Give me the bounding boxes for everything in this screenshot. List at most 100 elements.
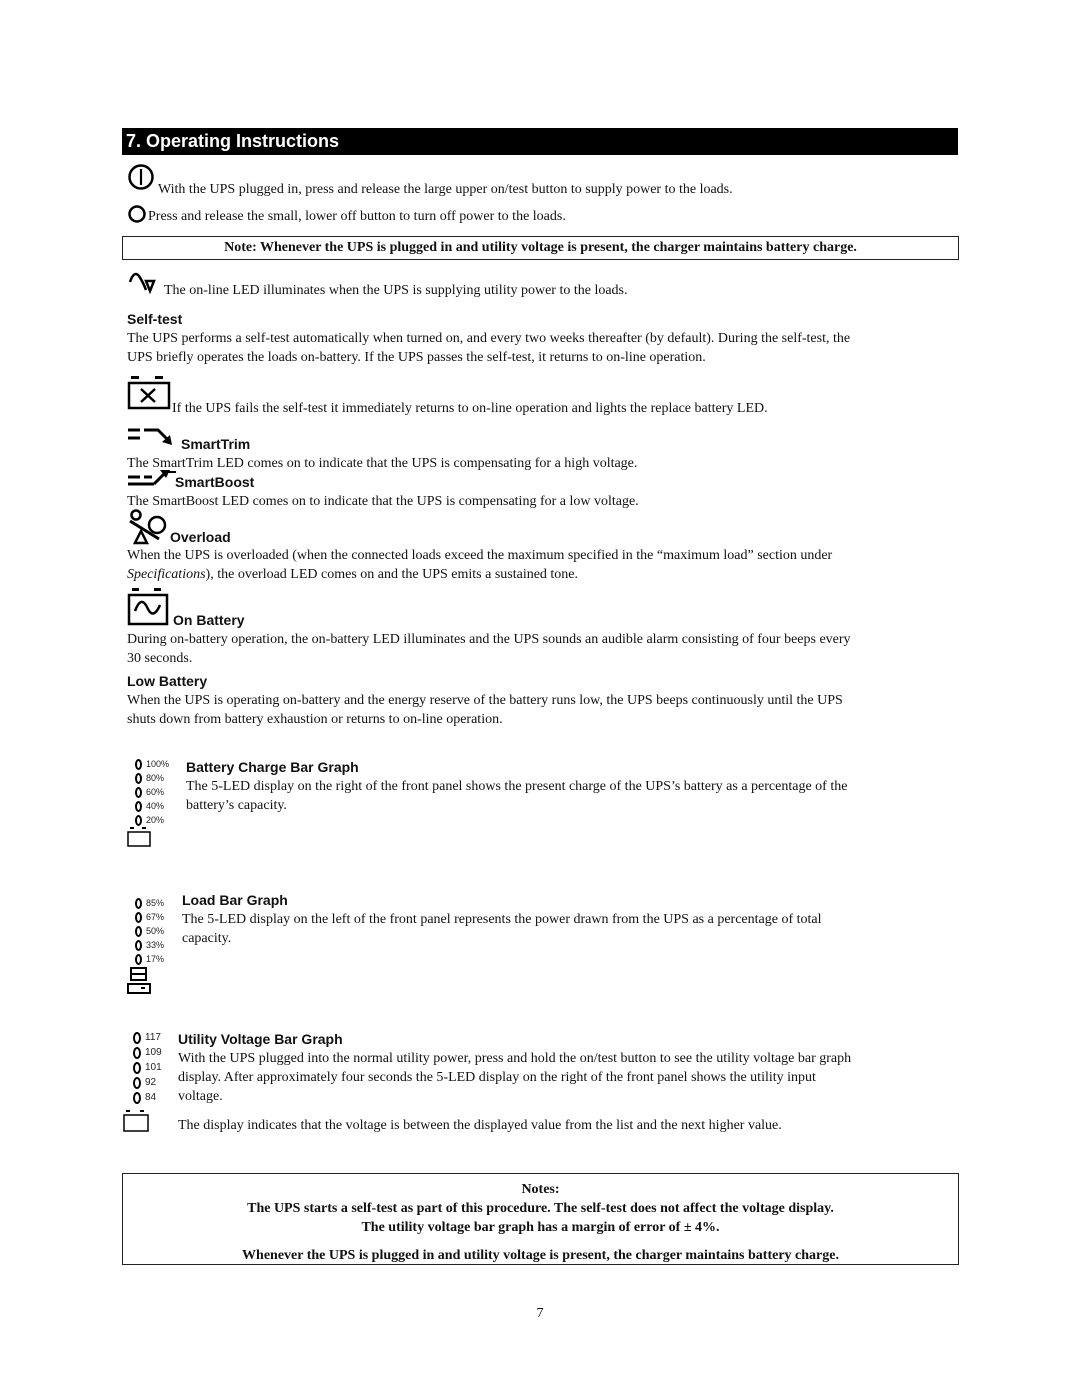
led-icon [133, 1046, 141, 1059]
led-row: 92 [133, 1075, 162, 1090]
low-battery-heading: Low Battery [127, 673, 208, 689]
battery-charge-led-list: 100% 80% 60% 40% 20% [135, 757, 169, 827]
utility-voltage-body-para2: The display indicates that the voltage i… [178, 1118, 782, 1133]
led-label: 100% [146, 759, 170, 769]
overload-body-2-rest: ), the overload LED comes on and the UPS… [205, 567, 579, 582]
self-test-heading: Self-test [127, 311, 183, 327]
led-label: 80% [146, 773, 165, 783]
utility-voltage-heading: Utility Voltage Bar Graph [178, 1031, 343, 1047]
led-row: 60% [135, 785, 169, 799]
notes-line-1: The UPS starts a self-test as part of th… [247, 1201, 834, 1216]
low-battery-body-1: When the UPS is operating on-battery and… [127, 693, 843, 708]
smartboost-body: The SmartBoost LED comes on to indicate … [127, 494, 639, 509]
led-row: 117 [133, 1030, 162, 1045]
led-icon [133, 1091, 141, 1104]
led-icon [135, 897, 142, 909]
self-test-body-2: UPS briefly operates the loads on-batter… [127, 350, 706, 365]
smarttrim-heading: SmartTrim [181, 436, 251, 452]
overload-heading: Overload [170, 529, 231, 545]
utility-voltage-led-list: 117 109 101 92 84 [133, 1030, 162, 1105]
led-icon [135, 814, 142, 826]
charger-note: Note: Whenever the UPS is plugged in and… [122, 236, 959, 260]
led-label: 101 [145, 1061, 162, 1073]
load-led-list: 85% 67% 50% 33% 17% [135, 896, 164, 966]
led-icon [135, 772, 142, 784]
notes-line-2: The utility voltage bar graph has a marg… [361, 1220, 720, 1235]
load-body-2: capacity. [182, 931, 232, 946]
online-text: The on-line LED illuminates when the UPS… [164, 283, 628, 298]
led-icon [135, 953, 142, 965]
led-row: 101 [133, 1060, 162, 1075]
smarttrim-body: The SmartTrim LED comes on to indicate t… [127, 456, 638, 471]
led-row: 17% [135, 952, 164, 966]
led-row: 85% [135, 896, 164, 910]
battery-icon [127, 827, 153, 849]
power-on-icon [127, 163, 155, 191]
specifications-ref: Specifications [127, 567, 206, 582]
led-row: 84 [133, 1090, 162, 1105]
overload-icon [127, 509, 171, 545]
on-battery-body-1: During on-battery operation, the on-batt… [127, 632, 851, 647]
led-row: 50% [135, 924, 164, 938]
notes-line-3: Whenever the UPS is plugged in and utili… [242, 1248, 839, 1263]
on-battery-body-2: 30 seconds. [127, 651, 193, 666]
smartboost-icon [126, 466, 178, 488]
led-icon [135, 800, 142, 812]
battery-charge-body-1: The 5-LED display on the right of the fr… [186, 779, 848, 794]
led-icon [135, 786, 142, 798]
smartboost-heading: SmartBoost [175, 474, 255, 490]
notes-title: Notes: [521, 1182, 560, 1197]
led-icon [133, 1031, 141, 1044]
overload-body-2: Specifications), the overload LED comes … [127, 565, 578, 584]
led-label: 117 [145, 1031, 161, 1043]
online-sine-icon [128, 268, 162, 294]
led-row: 40% [135, 799, 169, 813]
led-icon [135, 758, 142, 770]
utility-voltage-body-1: With the UPS plugged into the normal uti… [178, 1051, 852, 1066]
load-heading: Load Bar Graph [182, 892, 288, 908]
utility-voltage-body-3: voltage. [178, 1089, 223, 1104]
power-off-icon [127, 204, 147, 224]
on-battery-icon [127, 587, 171, 627]
page-number: 7 [536, 1306, 544, 1321]
notes-box: Notes: The UPS starts a self-test as par… [122, 1173, 959, 1265]
led-label: 50% [146, 926, 165, 936]
battery-charge-heading: Battery Charge Bar Graph [186, 759, 359, 775]
led-label: 67% [146, 912, 165, 922]
load-body-1: The 5-LED display on the left of the fro… [182, 912, 822, 927]
led-label: 40% [146, 801, 165, 811]
utility-voltage-body-2: display. After approximately four second… [178, 1070, 816, 1085]
on-battery-heading: On Battery [173, 612, 245, 628]
led-label: 84 [145, 1091, 157, 1103]
led-row: 80% [135, 771, 169, 785]
led-row: 33% [135, 938, 164, 952]
led-label: 33% [146, 940, 165, 950]
led-label: 60% [146, 787, 165, 797]
led-label: 17% [146, 954, 165, 964]
replace-battery-icon [127, 375, 173, 411]
led-icon [135, 939, 142, 951]
led-row: 100% [135, 757, 169, 771]
utility-battery-icon [123, 1110, 151, 1134]
led-row: 67% [135, 910, 164, 924]
low-battery-body-2: shuts down from battery exhaustion or re… [127, 712, 503, 727]
load-computer-icon [127, 967, 153, 995]
led-icon [135, 911, 142, 923]
led-label: 92 [145, 1076, 157, 1088]
off-text: Press and release the small, lower off b… [148, 209, 566, 224]
led-icon [135, 925, 142, 937]
led-label: 109 [145, 1046, 162, 1058]
led-icon [133, 1061, 141, 1074]
led-icon [133, 1076, 141, 1089]
self-test-body-1: The UPS performs a self-test automatical… [127, 331, 851, 346]
on-test-text: With the UPS plugged in, press and relea… [158, 182, 733, 197]
overload-body-1: When the UPS is overloaded (when the con… [127, 548, 833, 563]
led-label: 85% [146, 898, 165, 908]
replace-battery-text: If the UPS fails the self-test it immedi… [172, 401, 768, 416]
led-label: 20% [146, 815, 165, 825]
battery-charge-body-2: battery’s capacity. [186, 798, 287, 813]
led-row: 20% [135, 813, 169, 827]
led-row: 109 [133, 1045, 162, 1060]
section-title: 7. Operating Instructions [122, 128, 958, 155]
smarttrim-icon [126, 424, 182, 450]
